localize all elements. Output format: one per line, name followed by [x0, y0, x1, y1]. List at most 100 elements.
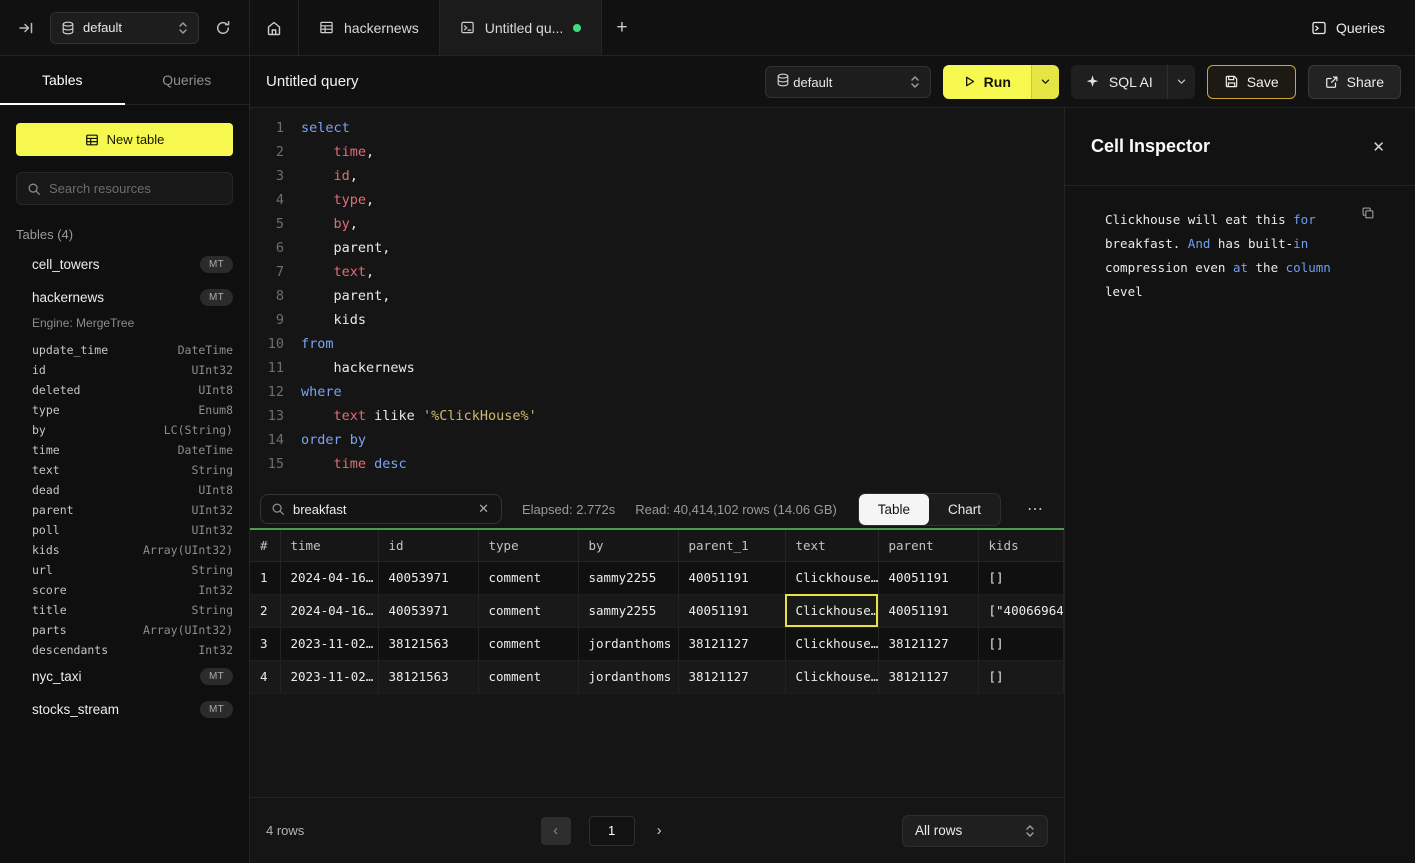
table-column-item[interactable]: kidsArray(UInt32) [0, 540, 249, 560]
table-column-item[interactable]: textString [0, 460, 249, 480]
sidebar-table-item[interactable]: stocks_streamMT [0, 693, 249, 726]
row-index-cell[interactable]: 2 [250, 594, 280, 627]
next-page-button[interactable]: › [653, 822, 666, 839]
table-cell[interactable]: [] [978, 660, 1064, 693]
previous-page-button[interactable]: ‹ [541, 817, 571, 845]
topbar-database-selector[interactable]: default [50, 12, 199, 44]
tab-hackernews[interactable]: hackernews [299, 0, 440, 55]
table-cell[interactable]: Clickhouse… [785, 627, 878, 660]
table-cell[interactable]: [] [978, 627, 1064, 660]
editor-line[interactable]: 14order by [250, 428, 1064, 452]
sidebar-tab-tables[interactable]: Tables [0, 56, 125, 104]
new-table-button[interactable]: New table [16, 123, 233, 156]
table-cell[interactable]: 38121127 [878, 660, 978, 693]
sidebar-table-item[interactable]: hackernewsMT [0, 281, 249, 314]
search-resources-input[interactable] [49, 181, 222, 196]
query-database-selector[interactable]: default [765, 66, 931, 98]
table-column-item[interactable]: deletedUInt8 [0, 380, 249, 400]
table-column-item[interactable]: parentUInt32 [0, 500, 249, 520]
table-column-item[interactable]: update_timeDateTime [0, 340, 249, 360]
table-cell[interactable]: 2023-11-02… [280, 660, 378, 693]
save-button[interactable]: Save [1207, 65, 1296, 99]
editor-line[interactable]: 15 time desc [250, 452, 1064, 476]
column-header[interactable]: by [578, 530, 678, 561]
table-cell[interactable]: sammy2255 [578, 594, 678, 627]
table-cell[interactable]: comment [478, 627, 578, 660]
refresh-button[interactable] [211, 16, 235, 40]
row-index-cell[interactable]: 1 [250, 561, 280, 594]
table-column-item[interactable]: scoreInt32 [0, 580, 249, 600]
table-cell[interactable]: comment [478, 660, 578, 693]
table-column-item[interactable]: deadUInt8 [0, 480, 249, 500]
queries-button[interactable]: Queries [1311, 20, 1385, 36]
table-cell[interactable]: 40053971 [378, 594, 478, 627]
column-header[interactable]: kids [978, 530, 1064, 561]
tab-untitled-query[interactable]: Untitled qu... [440, 0, 603, 55]
results-more-button[interactable]: ⋯ [1021, 499, 1050, 519]
run-button[interactable]: Run [943, 65, 1031, 99]
column-header[interactable]: text [785, 530, 878, 561]
sidebar-table-item[interactable]: cell_towersMT [0, 248, 249, 281]
table-cell[interactable]: jordanthoms [578, 660, 678, 693]
editor-line[interactable]: 8 parent, [250, 284, 1064, 308]
table-cell[interactable]: ["40066964… [978, 594, 1064, 627]
table-cell[interactable]: comment [478, 561, 578, 594]
collapse-sidebar-button[interactable] [14, 16, 38, 40]
table-cell[interactable]: comment [478, 594, 578, 627]
table-cell[interactable]: 38121127 [878, 627, 978, 660]
close-inspector-button[interactable]: ✕ [1368, 134, 1389, 160]
table-cell[interactable]: Clickhouse… [785, 594, 878, 627]
table-cell[interactable]: 2024-04-16… [280, 561, 378, 594]
editor-line[interactable]: 7 text, [250, 260, 1064, 284]
table-column-item[interactable]: idUInt32 [0, 360, 249, 380]
copy-cell-button[interactable] [1359, 204, 1377, 222]
table-cell[interactable]: 38121127 [678, 660, 785, 693]
editor-line[interactable]: 6 parent, [250, 236, 1064, 260]
new-tab-button[interactable]: + [602, 0, 641, 55]
editor-line[interactable]: 9 kids [250, 308, 1064, 332]
clear-search-button[interactable]: ✕ [476, 501, 491, 517]
table-cell[interactable]: Clickhouse… [785, 660, 878, 693]
editor-line[interactable]: 13 text ilike '%ClickHouse%' [250, 404, 1064, 428]
column-header[interactable]: # [250, 530, 280, 561]
table-cell[interactable]: sammy2255 [578, 561, 678, 594]
sql-editor[interactable]: 1select2 time,3 id,4 type,5 by,6 parent,… [250, 108, 1064, 490]
row-index-cell[interactable]: 4 [250, 660, 280, 693]
table-cell[interactable]: 38121563 [378, 660, 478, 693]
sql-ai-button[interactable]: SQL AI [1071, 65, 1167, 99]
editor-line[interactable]: 4 type, [250, 188, 1064, 212]
editor-line[interactable]: 11 hackernews [250, 356, 1064, 380]
table-column-item[interactable]: typeEnum8 [0, 400, 249, 420]
table-cell[interactable]: 38121563 [378, 627, 478, 660]
sidebar-table-item[interactable]: nyc_taxiMT [0, 660, 249, 693]
editor-line[interactable]: 2 time, [250, 140, 1064, 164]
table-cell[interactable]: 40051191 [678, 594, 785, 627]
column-header[interactable]: id [378, 530, 478, 561]
sidebar-tab-queries[interactable]: Queries [125, 56, 250, 104]
view-toggle-chart[interactable]: Chart [929, 494, 1000, 525]
editor-line[interactable]: 3 id, [250, 164, 1064, 188]
table-column-item[interactable]: byLC(String) [0, 420, 249, 440]
editor-line[interactable]: 1select [250, 116, 1064, 140]
table-column-item[interactable]: descendantsInt32 [0, 640, 249, 660]
table-cell[interactable]: [] [978, 561, 1064, 594]
tab-home[interactable] [250, 0, 299, 55]
table-cell[interactable]: 2023-11-02… [280, 627, 378, 660]
page-number-input[interactable] [589, 816, 635, 846]
column-header[interactable]: parent_1 [678, 530, 785, 561]
editor-line[interactable]: 10from [250, 332, 1064, 356]
table-cell[interactable]: 40051191 [878, 594, 978, 627]
table-cell[interactable]: 40051191 [878, 561, 978, 594]
results-search-input[interactable] [293, 502, 468, 517]
sql-ai-options-button[interactable] [1167, 65, 1195, 99]
column-header[interactable]: time [280, 530, 378, 561]
page-size-selector[interactable]: All rows [902, 815, 1048, 847]
table-column-item[interactable]: pollUInt32 [0, 520, 249, 540]
table-column-item[interactable]: partsArray(UInt32) [0, 620, 249, 640]
table-cell[interactable]: jordanthoms [578, 627, 678, 660]
row-index-cell[interactable]: 3 [250, 627, 280, 660]
table-cell[interactable]: Clickhouse… [785, 561, 878, 594]
table-cell[interactable]: 40053971 [378, 561, 478, 594]
table-cell[interactable]: 2024-04-16… [280, 594, 378, 627]
editor-line[interactable]: 5 by, [250, 212, 1064, 236]
